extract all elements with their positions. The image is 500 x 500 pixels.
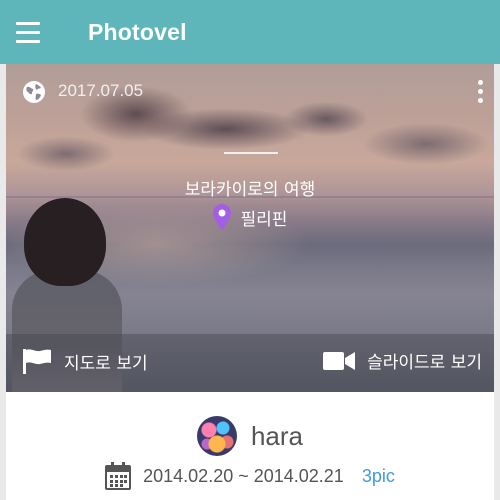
- trip-cover-photo[interactable]: 2017.07.05 보라카이로의 여행 필리핀 지도로 보기 슬라이드로 보기: [6, 64, 494, 392]
- app-title: Photovel: [88, 18, 187, 45]
- globe-icon: [23, 81, 45, 103]
- flag-icon: [23, 349, 51, 374]
- trip-date-range: 2014.02.20 ~ 2014.02.21: [143, 465, 344, 486]
- trip-period-row: 2014.02.20 ~ 2014.02.21 3pic: [6, 462, 494, 490]
- title-divider: [224, 152, 278, 154]
- view-slideshow-button[interactable]: 슬라이드로 보기: [323, 348, 482, 373]
- hamburger-menu-icon[interactable]: [0, 0, 64, 64]
- photo-count-link[interactable]: 3pic: [362, 466, 395, 487]
- trip-date: 2017.07.05: [58, 81, 144, 100]
- trip-info: hara 2014.02.20 ~ 2014.02.21 3pic: [6, 392, 494, 500]
- view-on-map-button[interactable]: 지도로 보기: [22, 348, 148, 374]
- author-row: hara: [6, 416, 494, 456]
- trip-card[interactable]: 2017.07.05 보라카이로의 여행 필리핀 지도로 보기 슬라이드로 보기…: [6, 64, 494, 500]
- location-label: 필리핀: [240, 209, 288, 230]
- trip-location: 필리핀: [6, 204, 494, 230]
- app-bar: Photovel: [0, 0, 500, 64]
- view-on-map-label: 지도로 보기: [64, 353, 148, 374]
- author-name[interactable]: hara: [251, 421, 303, 452]
- avatar[interactable]: [196, 416, 237, 456]
- more-vertical-icon[interactable]: [476, 80, 484, 106]
- location-pin-icon: [212, 204, 231, 230]
- trip-title: 보라카이로의 여행: [184, 180, 316, 200]
- video-camera-icon: [323, 351, 356, 370]
- calendar-icon: [105, 462, 132, 490]
- view-slideshow-label: 슬라이드로 보기: [367, 353, 482, 373]
